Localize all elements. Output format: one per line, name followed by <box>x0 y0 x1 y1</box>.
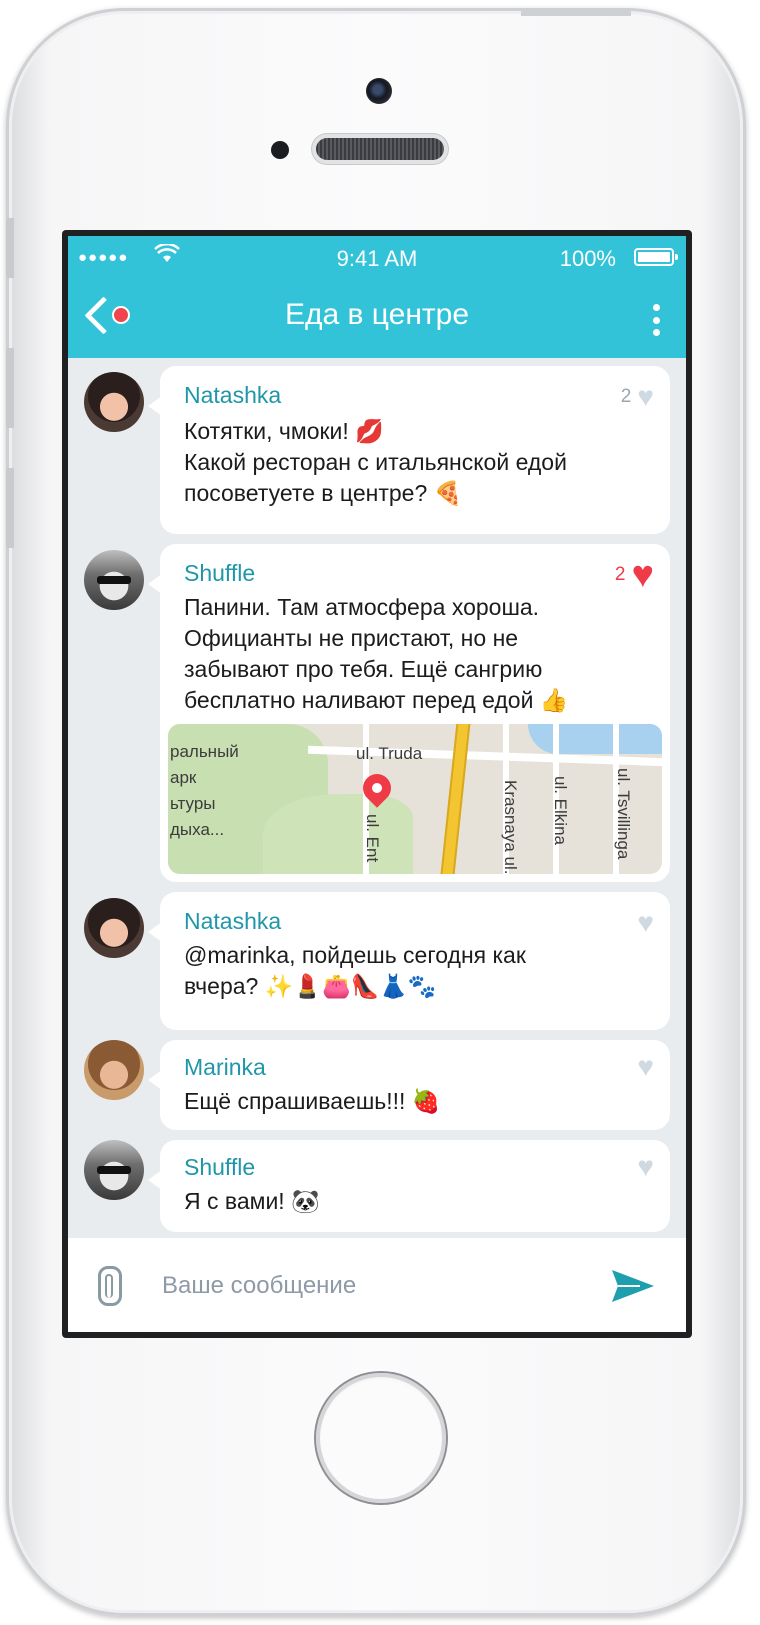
message-item: Shuffle 2 ♥ Панини. Там атмосфера хороша… <box>68 544 686 884</box>
like-count: 2 <box>620 386 632 407</box>
message-author[interactable]: Shuffle <box>184 560 255 587</box>
message-bubble: Marinka ♥ Ещё спрашиваешь!!! 🍓 <box>148 1040 670 1130</box>
avatar[interactable] <box>84 898 144 958</box>
volume-down-button <box>6 468 14 548</box>
phone-frame: ●●●●● 9:41 AM 100% Еда в центре Natashka… <box>6 8 746 1616</box>
mute-switch <box>6 218 14 278</box>
battery-icon <box>634 248 678 266</box>
message-item: Natashka ♥ @marinka, пойдешь сегодня как… <box>68 892 686 1032</box>
chat-title: Еда в центре <box>284 298 469 331</box>
home-button[interactable] <box>316 1373 446 1503</box>
paperclip-icon[interactable] <box>98 1266 122 1306</box>
like-button[interactable]: ♥ <box>631 1050 654 1084</box>
map-label: дыха... <box>170 820 225 839</box>
like-count: 2 <box>614 564 626 585</box>
message-author[interactable]: Marinka <box>184 1054 266 1081</box>
message-text: Я с вами! 🐼 <box>184 1188 320 1214</box>
message-list[interactable]: Natashka 2 ♥ Котятки, чмоки! 💋 Какой рес… <box>68 358 686 1238</box>
message-composer <box>68 1238 686 1332</box>
message-text: Панини. Там атмосфера хороша. Официанты … <box>184 594 569 713</box>
front-camera <box>366 78 392 104</box>
avatar[interactable] <box>84 1140 144 1200</box>
avatar[interactable] <box>84 372 144 432</box>
like-button[interactable]: 2 ♥ <box>614 554 654 596</box>
screen-bezel: ●●●●● 9:41 AM 100% Еда в центре Natashka… <box>62 230 692 1338</box>
avatar[interactable] <box>84 1040 144 1100</box>
message-input[interactable] <box>160 1268 584 1304</box>
message-author[interactable]: Natashka <box>184 908 281 935</box>
message-bubble: Natashka ♥ @marinka, пойдешь сегодня как… <box>148 892 670 1030</box>
map-label: ul. Ent <box>363 814 382 863</box>
map-label: ul. Elkina <box>551 776 570 845</box>
heart-icon: ♥ <box>637 907 654 938</box>
menu-dot-icon <box>652 329 660 336</box>
message-text: @marinka, пойдешь сегодня как вчера? ✨💄👛… <box>184 942 526 999</box>
battery-percent: 100% <box>559 246 616 271</box>
message-item: Shuffle ♥ Я с вами! 🐼 <box>68 1140 686 1232</box>
back-button[interactable] <box>80 294 134 338</box>
heart-icon: ♥ <box>637 1151 654 1182</box>
map-label: ul. Truda <box>356 744 423 763</box>
message-text: Ещё спрашиваешь!!! 🍓 <box>184 1088 441 1114</box>
like-button[interactable]: ♥ <box>631 906 654 940</box>
heart-icon: ♥ <box>631 554 654 596</box>
like-button[interactable]: 2 ♥ <box>621 380 654 414</box>
heart-icon: ♥ <box>637 381 654 412</box>
avatar[interactable] <box>84 550 144 610</box>
unread-dot <box>112 306 130 324</box>
more-menu-button[interactable] <box>646 300 666 340</box>
menu-dot-icon <box>652 304 660 311</box>
like-button[interactable]: ♥ <box>631 1150 654 1184</box>
map-park <box>263 794 413 874</box>
app-header: ●●●●● 9:41 AM 100% Еда в центре <box>68 236 686 358</box>
map-label: ральный <box>170 742 239 761</box>
menu-dot-icon <box>652 316 660 324</box>
message-item: Natashka 2 ♥ Котятки, чмоки! 💋 Какой рес… <box>68 366 686 536</box>
map-label: ьтуры <box>170 794 216 813</box>
message-author[interactable]: Shuffle <box>184 1154 255 1181</box>
app-screen: ●●●●● 9:41 AM 100% Еда в центре Natashka… <box>68 236 686 1332</box>
map-label: ul. Tsvillinga <box>614 768 633 860</box>
power-button <box>521 8 631 16</box>
proximity-sensor <box>271 141 289 159</box>
message-item: Marinka ♥ Ещё спрашиваешь!!! 🍓 <box>68 1040 686 1132</box>
volume-up-button <box>6 348 14 428</box>
map-water <box>528 724 662 754</box>
map-label: арк <box>170 768 197 787</box>
location-map[interactable]: ральный арк ьтуры дыха... ul. Truda Kras… <box>168 724 662 874</box>
heart-icon: ♥ <box>637 1051 654 1082</box>
status-bar: ●●●●● 9:41 AM 100% <box>68 236 686 276</box>
message-text: Котятки, чмоки! 💋 Какой ресторан с италь… <box>184 418 567 506</box>
map-highway <box>438 724 472 874</box>
message-author[interactable]: Natashka <box>184 382 281 409</box>
map-label: Krasnaya ul. <box>501 780 520 874</box>
send-icon[interactable] <box>610 1268 656 1304</box>
earpiece-speaker <box>316 138 444 160</box>
message-bubble: Shuffle 2 ♥ Панини. Там атмосфера хороша… <box>148 544 670 882</box>
message-bubble: Natashka 2 ♥ Котятки, чмоки! 💋 Какой рес… <box>148 366 670 534</box>
message-bubble: Shuffle ♥ Я с вами! 🐼 <box>148 1140 670 1232</box>
